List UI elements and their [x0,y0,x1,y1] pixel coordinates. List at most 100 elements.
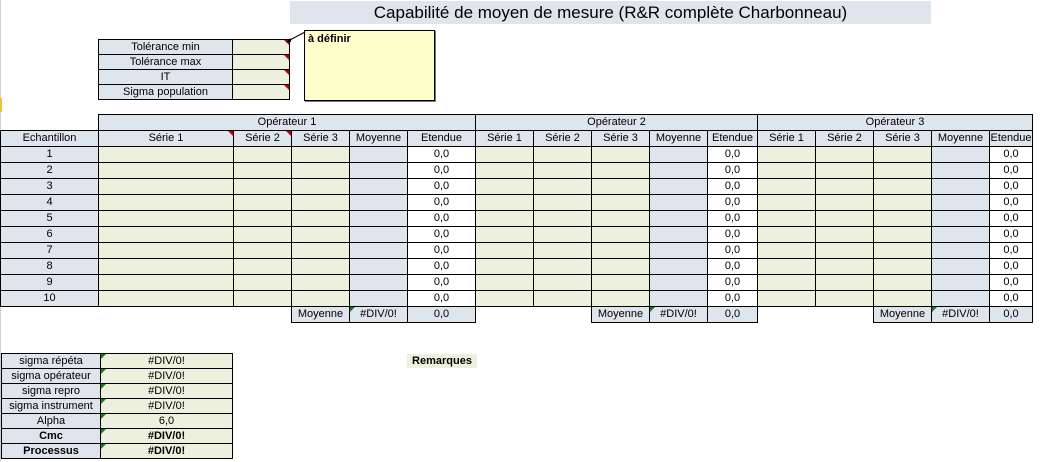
row-range: 0,0 [707,162,758,179]
row-mean [349,210,408,227]
series-input[interactable] [233,290,292,307]
series-input[interactable] [533,178,592,195]
series-input[interactable] [98,226,234,243]
series-input[interactable] [815,178,874,195]
series-input[interactable] [591,274,650,291]
series-input[interactable] [291,242,350,259]
series-input[interactable] [98,242,234,259]
series-input[interactable] [233,162,292,179]
series-input[interactable] [591,226,650,243]
series-input[interactable] [291,274,350,291]
series-input[interactable] [533,290,592,307]
series-input[interactable] [475,274,534,291]
series-input[interactable] [815,210,874,227]
series-input[interactable] [815,242,874,259]
series-input[interactable] [533,210,592,227]
series-input[interactable] [233,178,292,195]
series-input[interactable] [98,290,234,307]
series-input[interactable] [815,194,874,211]
row-mean [931,194,990,211]
series-input[interactable] [757,162,816,179]
series-input[interactable] [757,146,816,163]
series-input[interactable] [873,258,932,275]
series-input[interactable] [591,210,650,227]
series-input[interactable] [591,194,650,211]
series-input[interactable] [98,178,234,195]
series-input[interactable] [291,178,350,195]
series-input[interactable] [233,194,292,211]
series-input[interactable] [475,226,534,243]
series-input[interactable] [475,290,534,307]
series-input[interactable] [233,258,292,275]
series-input[interactable] [873,146,932,163]
series-input[interactable] [757,210,816,227]
series-input[interactable] [98,258,234,275]
series-input[interactable] [873,274,932,291]
series-input[interactable] [98,146,234,163]
series-input[interactable] [815,290,874,307]
series-input[interactable] [98,194,234,211]
series-input[interactable] [291,162,350,179]
param-input[interactable] [232,54,290,70]
series-input[interactable] [98,162,234,179]
series-input[interactable] [533,242,592,259]
series-input[interactable] [815,258,874,275]
series-input[interactable] [591,162,650,179]
series-input[interactable] [233,146,292,163]
series-input[interactable] [475,210,534,227]
series-input[interactable] [233,226,292,243]
series-input[interactable] [533,146,592,163]
series-input[interactable] [591,178,650,195]
series-input[interactable] [291,226,350,243]
series-input[interactable] [757,194,816,211]
series-input[interactable] [591,258,650,275]
series-input[interactable] [533,194,592,211]
series-input[interactable] [873,242,932,259]
series-input[interactable] [815,162,874,179]
series-input[interactable] [98,210,234,227]
param-input[interactable] [232,39,290,55]
series-input[interactable] [98,274,234,291]
series-input[interactable] [533,226,592,243]
series-input[interactable] [475,194,534,211]
series-input[interactable] [233,242,292,259]
row-range: 0,0 [989,258,1033,275]
series-input[interactable] [757,274,816,291]
series-input[interactable] [591,146,650,163]
series-input[interactable] [291,290,350,307]
series-input[interactable] [291,210,350,227]
series-input[interactable] [757,226,816,243]
series-input[interactable] [757,290,816,307]
param-input[interactable] [232,69,290,85]
series-input[interactable] [291,194,350,211]
series-input[interactable] [475,258,534,275]
series-input[interactable] [533,162,592,179]
series-input[interactable] [815,274,874,291]
series-input[interactable] [233,274,292,291]
series-input[interactable] [533,258,592,275]
series-input[interactable] [757,178,816,195]
series-input[interactable] [815,226,874,243]
series-input[interactable] [873,162,932,179]
series-input[interactable] [873,178,932,195]
series-input[interactable] [291,258,350,275]
series-input[interactable] [873,210,932,227]
series-input[interactable] [291,146,350,163]
series-input[interactable] [475,178,534,195]
series-input[interactable] [873,290,932,307]
series-input[interactable] [757,242,816,259]
series-input[interactable] [533,274,592,291]
series-input[interactable] [873,194,932,211]
row-range: 0,0 [707,210,758,227]
series-input[interactable] [591,290,650,307]
series-input[interactable] [873,226,932,243]
series-input[interactable] [815,146,874,163]
series-input[interactable] [475,242,534,259]
series-input[interactable] [475,146,534,163]
comment-note[interactable]: à définir [304,30,435,101]
param-input[interactable] [232,84,290,100]
series-input[interactable] [591,242,650,259]
series-input[interactable] [475,162,534,179]
series-input[interactable] [757,258,816,275]
series-input[interactable] [233,210,292,227]
